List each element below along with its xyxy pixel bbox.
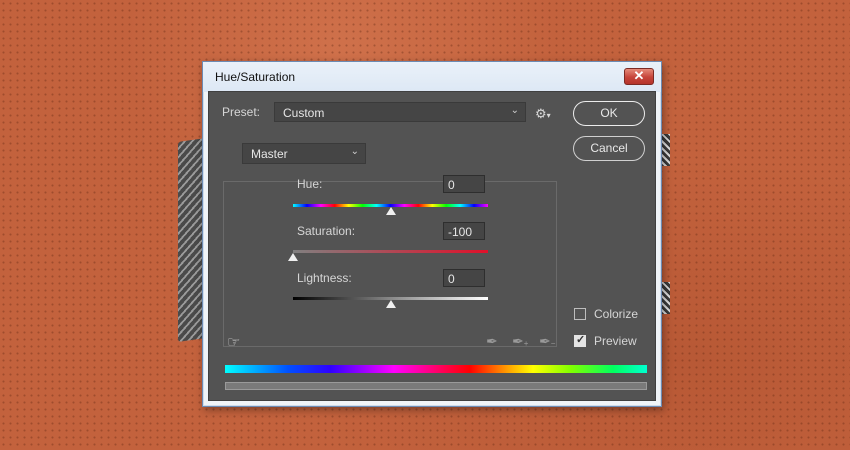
chevron-down-icon: ⌄ (510, 105, 519, 116)
colorize-label: Colorize (594, 307, 639, 321)
gear-icon[interactable]: ⚙▾ (535, 106, 551, 122)
channel-value: Master (251, 147, 288, 161)
preset-value: Custom (283, 106, 325, 120)
ok-button[interactable]: OK (573, 101, 645, 126)
saturation-slider-thumb[interactable] (288, 253, 298, 261)
title-bar: Hue/Saturation ✕ (203, 62, 661, 92)
preset-label: Preset: (222, 105, 261, 119)
input-spectrum-bar (225, 365, 647, 373)
chevron-down-icon: ⌄ (350, 146, 359, 157)
close-button[interactable]: ✕ (624, 68, 654, 85)
saturation-label: Saturation: (297, 224, 356, 238)
hand-target-icon[interactable]: ☞ (227, 333, 240, 351)
lightness-slider-thumb[interactable] (385, 300, 396, 308)
hue-saturation-dialog: Hue/Saturation ✕ Preset: Custom ⌄ ⚙▾ OK … (202, 61, 662, 407)
preview-checkbox[interactable]: ✓ (574, 334, 586, 347)
hue-slider-thumb[interactable] (385, 207, 396, 215)
hue-value: 0 (448, 178, 455, 192)
saturation-slider-track[interactable] (293, 250, 488, 253)
hue-label: Hue: (297, 177, 323, 191)
eyedropper-plus-icon[interactable]: ✒+ (512, 333, 528, 350)
preset-dropdown[interactable]: Custom ⌄ (274, 102, 526, 122)
lightness-label: Lightness: (297, 271, 352, 285)
dialog-content: Preset: Custom ⌄ ⚙▾ OK Cancel Master ⌄ H… (208, 91, 656, 401)
preview-label: Preview (594, 334, 637, 348)
saturation-input[interactable]: -100 (443, 222, 485, 240)
check-icon: ✓ (576, 334, 586, 346)
channel-dropdown[interactable]: Master ⌄ (242, 143, 366, 164)
output-spectrum-bar (225, 382, 647, 390)
eyedropper-icon[interactable]: ✒ (486, 333, 498, 350)
lightness-input[interactable]: 0 (443, 269, 485, 287)
saturation-value: -100 (448, 225, 473, 239)
lightness-value: 0 (448, 272, 455, 286)
dialog-title: Hue/Saturation (215, 70, 296, 84)
hue-input[interactable]: 0 (443, 175, 485, 193)
close-icon: ✕ (633, 68, 645, 83)
cancel-button[interactable]: Cancel (573, 136, 645, 161)
eyedropper-minus-icon[interactable]: ✒− (539, 333, 555, 350)
colorize-checkbox[interactable] (574, 308, 586, 320)
